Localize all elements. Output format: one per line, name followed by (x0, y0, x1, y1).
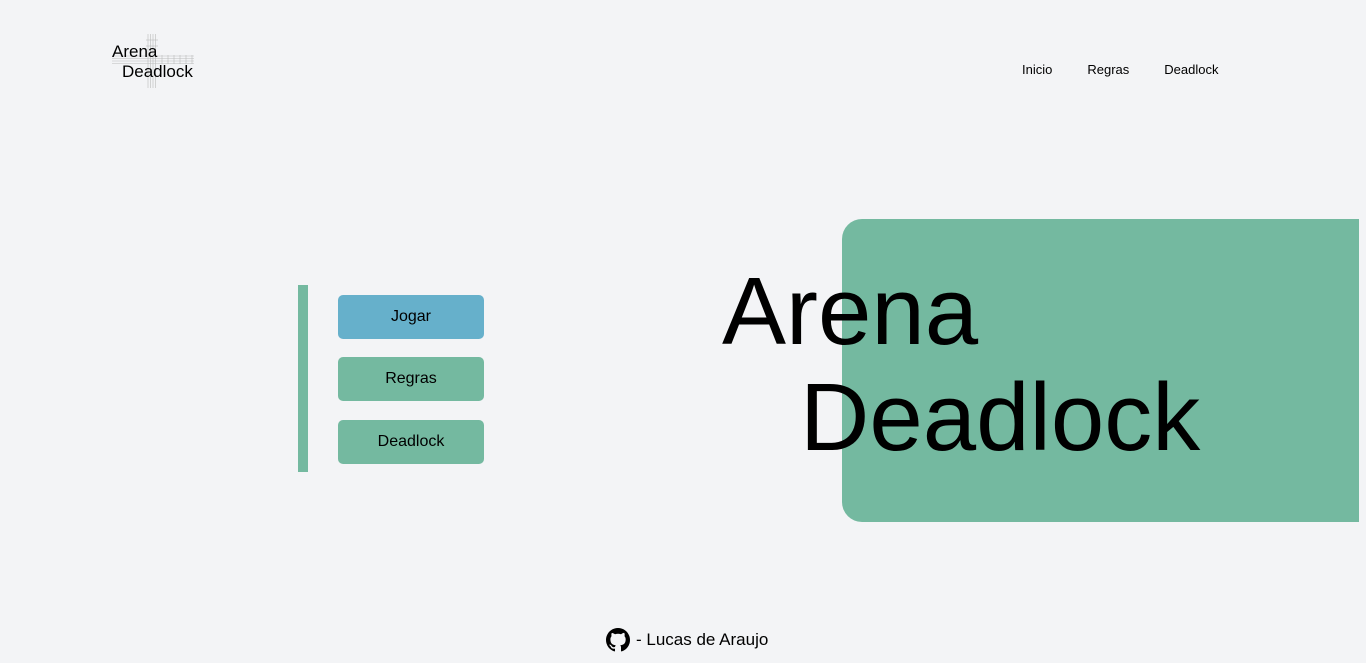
logo-text-line2: Deadlock (122, 62, 193, 81)
regras-button[interactable]: Regras (338, 357, 484, 401)
logo[interactable]: Arena Deadlock (112, 34, 202, 90)
author-credit: - Lucas de Araujo (636, 630, 769, 649)
hero-title-line1: Arena (722, 258, 979, 365)
deadlock-button[interactable]: Deadlock (338, 420, 484, 464)
jogar-button[interactable]: Jogar (338, 295, 484, 339)
footer: - Lucas de Araujo (606, 628, 768, 652)
logo-text-line1: Arena (112, 42, 158, 61)
nav-link-deadlock[interactable]: Deadlock (1164, 62, 1218, 77)
menu-accent-bar (298, 285, 308, 472)
github-icon[interactable] (606, 628, 630, 652)
top-nav: Inicio Regras Deadlock (1022, 62, 1218, 77)
nav-link-inicio[interactable]: Inicio (1022, 62, 1052, 77)
nav-link-regras[interactable]: Regras (1087, 62, 1129, 77)
hero-title-line2: Deadlock (800, 364, 1201, 471)
